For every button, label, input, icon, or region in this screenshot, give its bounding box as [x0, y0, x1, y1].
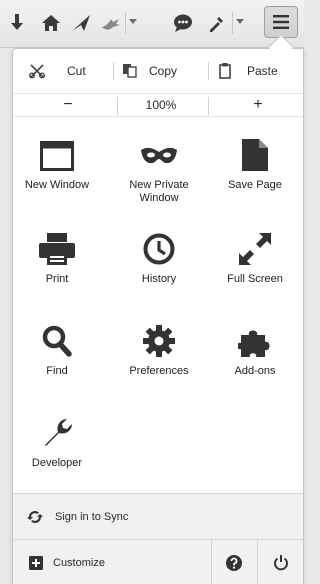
sync-section: Sign in to Sync — [13, 493, 303, 539]
history-clock-icon — [139, 229, 179, 265]
new-window-label: New Window — [24, 179, 90, 191]
sign-in-to-sync-label: Sign in to Sync — [55, 511, 129, 523]
power-icon — [273, 555, 288, 571]
eyedropper-icon[interactable] — [206, 12, 228, 34]
magnifier-icon — [37, 321, 77, 357]
clipboard-icon — [219, 63, 231, 79]
save-page-icon — [235, 135, 275, 171]
preferences-button[interactable]: Preferences — [111, 321, 207, 405]
puzzle-icon — [235, 321, 275, 357]
find-button[interactable]: Find — [9, 321, 105, 405]
history-button[interactable]: History — [111, 229, 207, 313]
zoom-reset-button[interactable]: 100% — [133, 94, 189, 116]
find-label: Find — [46, 365, 68, 377]
chevron-down-icon[interactable] — [236, 19, 244, 24]
history-label: History — [141, 273, 177, 285]
zoom-out-button[interactable]: − — [53, 94, 83, 116]
customize-label: Customize — [53, 557, 105, 569]
downloads-icon[interactable] — [6, 12, 28, 34]
plus-square-icon — [29, 556, 43, 570]
cut-button[interactable]: Cut — [29, 49, 86, 93]
help-question-icon — [226, 555, 242, 571]
hamburger-icon — [273, 15, 289, 29]
developer-label: Developer — [31, 457, 83, 469]
save-page-button[interactable]: Save Page — [207, 135, 303, 219]
add-ons-label: Add-ons — [234, 365, 276, 377]
copy-button[interactable]: Copy — [123, 49, 177, 93]
private-mask-icon — [139, 135, 179, 165]
new-window-button[interactable]: New Window — [9, 135, 105, 219]
full-screen-label: Full Screen — [227, 273, 283, 285]
new-private-window-label: New Private Window — [129, 179, 189, 204]
add-ons-button[interactable]: Add-ons — [207, 321, 303, 405]
save-page-label: Save Page — [228, 179, 282, 191]
hamburger-menu-button[interactable] — [264, 6, 298, 38]
help-button[interactable] — [212, 540, 256, 584]
cut-label: Cut — [67, 64, 86, 78]
developer-button[interactable]: Developer — [9, 413, 105, 497]
printer-icon — [37, 229, 77, 265]
bird-icon[interactable] — [100, 12, 122, 34]
wrench-icon — [37, 413, 77, 449]
copy-label: Copy — [149, 64, 178, 78]
sync-icon — [27, 511, 43, 523]
new-private-window-button[interactable]: New Private Window — [111, 135, 207, 219]
quit-button[interactable] — [258, 540, 303, 584]
gear-icon — [139, 321, 179, 357]
full-screen-button[interactable]: Full Screen — [207, 229, 303, 313]
home-icon[interactable] — [40, 12, 62, 34]
copy-icon — [123, 64, 137, 78]
customize-section: Customize — [13, 539, 303, 584]
browser-toolbar — [0, 0, 304, 48]
send-arrow-icon[interactable] — [70, 12, 92, 34]
paste-label: Paste — [247, 64, 278, 78]
fullscreen-arrows-icon — [235, 229, 275, 265]
new-window-icon — [37, 135, 77, 171]
paste-button[interactable]: Paste — [219, 49, 278, 93]
customize-button[interactable]: Customize — [13, 540, 209, 584]
zoom-in-button[interactable]: + — [243, 94, 273, 116]
print-button[interactable]: Print — [9, 229, 105, 313]
chevron-down-icon[interactable] — [129, 19, 137, 24]
preferences-label: Preferences — [129, 365, 189, 377]
scissors-icon — [29, 64, 45, 79]
main-menu-panel: Cut Copy Paste − 100% + New Window New P… — [12, 48, 304, 584]
sign-in-to-sync-button[interactable]: Sign in to Sync — [13, 494, 303, 540]
edit-controls: Cut Copy Paste — [13, 49, 303, 93]
zoom-controls: − 100% + — [13, 93, 303, 117]
print-label: Print — [45, 273, 69, 285]
chat-bubble-icon[interactable] — [172, 12, 194, 34]
